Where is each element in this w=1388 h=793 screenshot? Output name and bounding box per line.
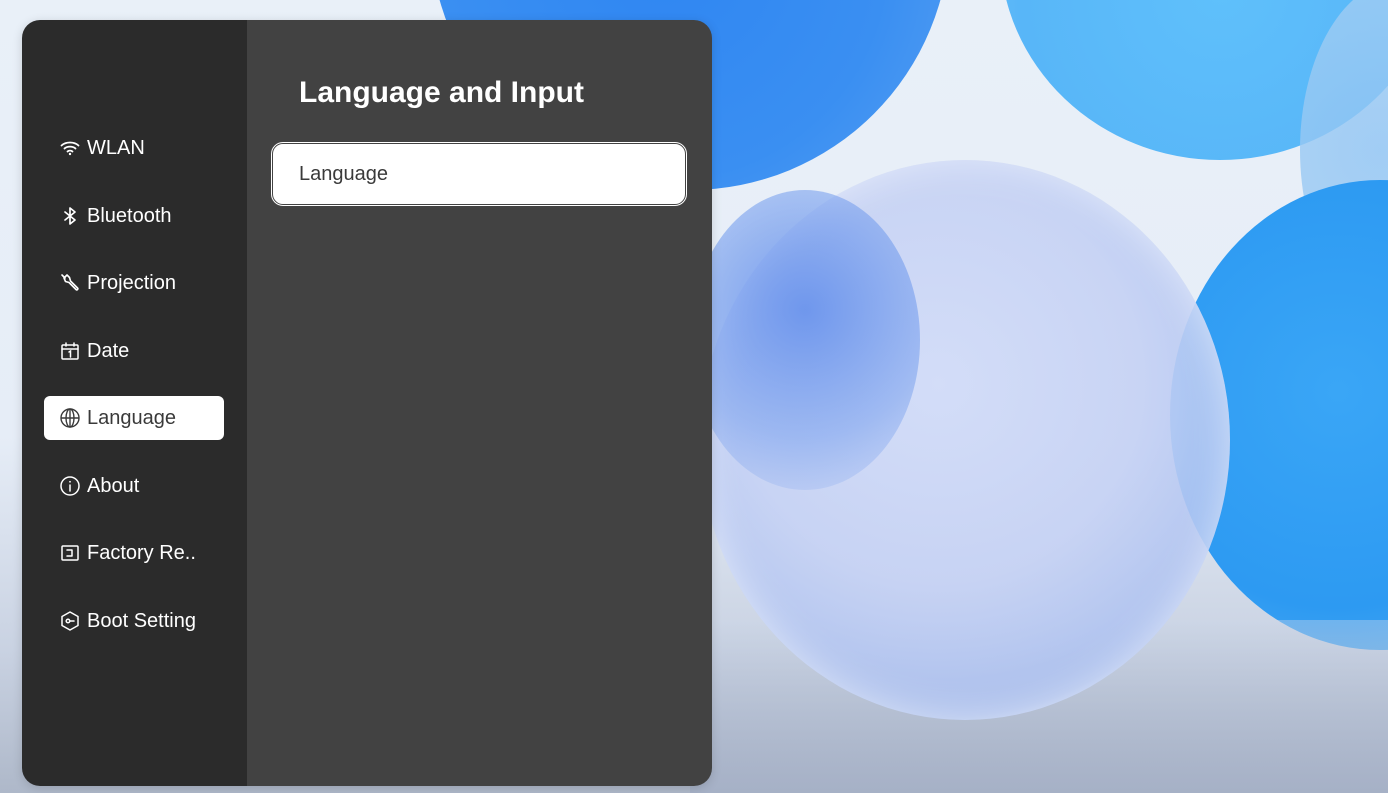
sidebar-item-wlan[interactable]: WLAN bbox=[44, 126, 224, 170]
bluetooth-icon bbox=[59, 205, 81, 227]
sidebar-item-label: Date bbox=[87, 339, 130, 362]
wallpaper-shape bbox=[690, 190, 920, 490]
globe-icon bbox=[59, 407, 81, 429]
sidebar-item-factory-reset[interactable]: Factory Re.. bbox=[44, 531, 224, 575]
sidebar-item-boot-setting[interactable]: Boot Setting bbox=[44, 599, 224, 643]
sidebar-item-label: Projection bbox=[87, 271, 176, 294]
sidebar-item-label: WLAN bbox=[87, 136, 145, 159]
wifi-icon bbox=[59, 137, 81, 159]
sidebar-item-about[interactable]: About bbox=[44, 464, 224, 508]
sidebar-item-date[interactable]: Date bbox=[44, 329, 224, 373]
sidebar-item-label: Factory Re.. bbox=[87, 541, 196, 564]
sidebar-item-label: Language bbox=[87, 406, 176, 429]
calendar-icon bbox=[59, 340, 81, 362]
sidebar-item-bluetooth[interactable]: Bluetooth bbox=[44, 194, 224, 238]
boot-icon bbox=[59, 610, 81, 632]
page-title: Language and Input bbox=[299, 76, 584, 109]
settings-content: Language and Input Language bbox=[247, 20, 712, 786]
option-label: Language bbox=[299, 162, 388, 185]
reset-icon bbox=[59, 542, 81, 564]
sidebar-item-label: Boot Setting bbox=[87, 609, 196, 632]
sidebar-item-label: About bbox=[87, 474, 140, 497]
wrench-icon bbox=[59, 272, 81, 294]
sidebar-item-language[interactable]: Language bbox=[44, 396, 224, 440]
settings-panel: WLAN Bluetooth Projection Date Language … bbox=[22, 20, 712, 786]
sidebar-item-projection[interactable]: Projection bbox=[44, 261, 224, 305]
settings-sidebar: WLAN Bluetooth Projection Date Language … bbox=[22, 20, 247, 786]
language-option[interactable]: Language bbox=[271, 142, 687, 206]
sidebar-item-label: Bluetooth bbox=[87, 204, 172, 227]
info-icon bbox=[59, 475, 81, 497]
